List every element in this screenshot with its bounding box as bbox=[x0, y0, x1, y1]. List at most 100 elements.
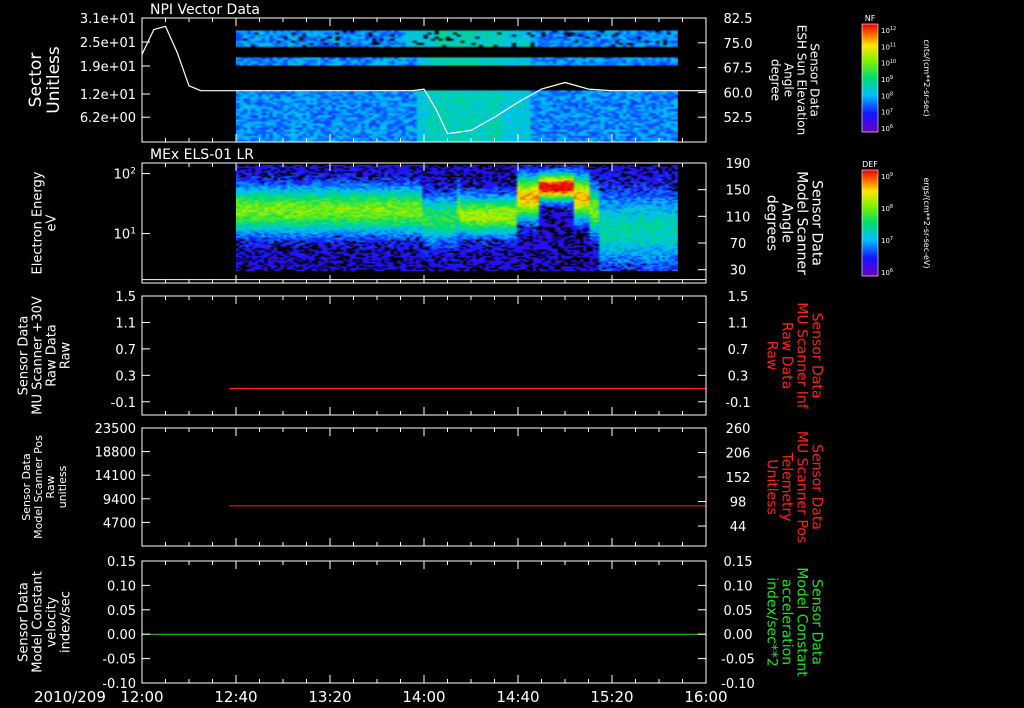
nf-colorbar-unit: cnts/(cm**2-sr-sec) bbox=[922, 39, 931, 116]
axis-label-line: Raw Data bbox=[779, 322, 795, 389]
sector-title: NPI Vector Data bbox=[150, 2, 260, 18]
velocity-right-tick-label: 0.00 bbox=[724, 628, 753, 643]
sector-left-tick-label: 3.1e+01 bbox=[80, 12, 136, 27]
scanner-raw-left-tick-label: -0.1 bbox=[111, 396, 136, 411]
sector-left-tick-label: 1.2e+01 bbox=[80, 88, 136, 103]
scanner-pos-left-tick-label: 23500 bbox=[95, 422, 136, 437]
velocity-left-tick-label: 0.00 bbox=[107, 628, 136, 643]
sector-right-tick-label: 75.0 bbox=[724, 37, 753, 52]
sector-right-tick-label: 67.5 bbox=[724, 62, 753, 77]
multi-panel-plot: 3.1e+01 2.5e+01 1.9e+01 1.2e+01 6.2e+00 82.5 7… bbox=[17, 2, 931, 706]
axis-label-line: Sensor Data bbox=[809, 180, 825, 266]
axis-label-line: index/sec bbox=[59, 591, 74, 653]
axis-label-line: MU Scanner Pos bbox=[794, 431, 810, 543]
svg-text:cnts/(cm**2-sr-sec): cnts/(cm**2-sr-sec) bbox=[922, 39, 931, 116]
velocity-right-tick-label: -0.05 bbox=[721, 653, 755, 668]
def-colorbar-label: 107 bbox=[881, 236, 893, 245]
scanner-raw-right-tick-label: 1.5 bbox=[728, 290, 749, 305]
axis-label-line: Unitless bbox=[44, 46, 64, 114]
electron-spectrogram bbox=[236, 165, 678, 271]
sector-right-tick-label: 82.5 bbox=[724, 12, 753, 27]
nf-colorbar bbox=[861, 23, 879, 133]
axis-label-line: Raw bbox=[764, 341, 780, 370]
scanner-pos-right-tick-label: 206 bbox=[726, 447, 751, 462]
velocity-right-tick-label: 0.15 bbox=[724, 555, 753, 570]
time-tick-label: 14:40 bbox=[496, 688, 539, 706]
scanner-raw-left-axis-label: Sensor Data MU Scanner +30V Raw Data Raw bbox=[17, 296, 74, 415]
velocity-right-tick-label: 0.05 bbox=[724, 604, 753, 619]
time-tick-label: 12:40 bbox=[214, 688, 257, 706]
axis-label-line: index/sec**2 bbox=[764, 577, 780, 667]
sector-right-tick-label: 52.5 bbox=[724, 111, 753, 126]
scanner-raw-left-tick-label: 0.7 bbox=[115, 343, 136, 358]
nf-colorbar-label: 106 bbox=[881, 124, 893, 133]
nf-colorbar-label: 1011 bbox=[881, 43, 896, 52]
sector-right-axis-label: Sensor DataESH Sun ElevationAngledegree bbox=[768, 25, 821, 135]
scanner-raw-frame bbox=[141, 295, 707, 416]
axis-label-line: Model Constant bbox=[31, 571, 46, 673]
axis-label-line: Model Scanner bbox=[794, 171, 810, 275]
scanner-raw-right-tick-label: 0.3 bbox=[728, 369, 749, 384]
axis-label-line: Sensor Data bbox=[17, 316, 32, 396]
nf-colorbar-label: 1010 bbox=[881, 59, 896, 68]
time-tick-label: 13:20 bbox=[308, 688, 351, 706]
axis-label-line: degrees bbox=[764, 195, 780, 251]
velocity-frame bbox=[141, 560, 707, 684]
sector-left-axis-label: SectorUnitless bbox=[26, 46, 64, 114]
scanner-raw-right-tick-label: 1.1 bbox=[728, 316, 749, 331]
axis-label-line: Sector bbox=[26, 53, 46, 108]
time-tick-label: 14:00 bbox=[402, 688, 445, 706]
axis-label-line: MU Scanner Inf bbox=[794, 302, 810, 410]
velocity-right-tick-label: 0.10 bbox=[724, 579, 753, 594]
def-colorbar-label: 109 bbox=[881, 172, 893, 181]
scanner-pos-right-tick-label: 44 bbox=[730, 520, 747, 535]
axis-label-line: Sensor Data bbox=[809, 579, 825, 665]
scanner-pos-right-tick-label: 98 bbox=[730, 496, 747, 511]
scanner-raw-right-tick-label: 0.7 bbox=[728, 343, 749, 358]
electron-right-tick-label: 150 bbox=[726, 184, 751, 199]
velocity-left-tick-label: -0.05 bbox=[102, 653, 136, 668]
axis-label-line: eV bbox=[45, 214, 60, 231]
axis-label-line: unitless bbox=[56, 465, 69, 508]
axis-label-line: Raw bbox=[59, 341, 74, 369]
svg-text:ergs/(cm**2-sr-sec-eV): ergs/(cm**2-sr-sec-eV) bbox=[922, 177, 931, 268]
axis-label-line: MU Scanner +30V bbox=[31, 296, 46, 415]
axis-label-line: Sensor Data bbox=[17, 582, 32, 662]
nf-colorbar-title: NF bbox=[865, 14, 876, 23]
scanner-raw-left-tick-label: 0.3 bbox=[115, 369, 136, 384]
scanner-pos-left-axis-label: Sensor Data Model Scanner Pos Raw unitless bbox=[20, 435, 69, 539]
scanner-pos-right-axis-label: Sensor DataMU Scanner PosTelemetryUnitle… bbox=[764, 431, 825, 543]
velocity-right-axis-label: Sensor DataModel Constantaccelerationind… bbox=[764, 567, 825, 677]
def-colorbar-label: 106 bbox=[881, 268, 893, 277]
axis-label-line: Unitless bbox=[764, 459, 780, 515]
electron-right-axis-label: Sensor DataModel ScannerAngledegrees bbox=[764, 171, 825, 275]
axis-label-line: Sensor Data bbox=[807, 43, 821, 117]
velocity-left-axis-label: Sensor Data Model Constant velocity index/s… bbox=[17, 571, 74, 673]
axis-label-line: Angle bbox=[781, 63, 795, 97]
electron-right-tick-label: 70 bbox=[730, 237, 747, 252]
scanner-pos-left-tick-label: 9400 bbox=[103, 493, 136, 508]
nf-colorbar-label: 107 bbox=[881, 108, 893, 117]
sector-spectrogram bbox=[236, 18, 678, 142]
axis-label-line: Sensor Data bbox=[809, 313, 825, 399]
axis-label-line: degree bbox=[768, 59, 782, 101]
scanner-pos-frame bbox=[141, 427, 707, 547]
scanner-pos-left-tick-label: 18800 bbox=[95, 446, 136, 461]
axis-label-line: Electron Energy bbox=[31, 171, 46, 274]
def-colorbar-label: 108 bbox=[881, 204, 893, 213]
def-colorbar-title: DEF bbox=[862, 160, 878, 169]
axis-label-line: Telemetry bbox=[779, 451, 795, 521]
nf-colorbar-label: 109 bbox=[881, 75, 893, 84]
axis-label-line: ESH Sun Elevation bbox=[794, 25, 808, 135]
nf-colorbar-label: 108 bbox=[881, 92, 893, 101]
nf-colorbar-label: 1012 bbox=[881, 26, 896, 35]
electron-right-tick-label: 190 bbox=[726, 157, 751, 172]
axis-label-line: acceleration bbox=[779, 579, 795, 665]
def-colorbar bbox=[861, 169, 879, 277]
sector-left-tick-label: 6.2e+00 bbox=[80, 111, 136, 126]
electron-left-tick-label: 102 bbox=[114, 166, 136, 182]
sector-right-tick-label: 60.0 bbox=[724, 86, 753, 101]
scanner-pos-left-tick-label: 14100 bbox=[95, 469, 136, 484]
sector-left-tick-label: 2.5e+01 bbox=[80, 36, 136, 51]
velocity-left-tick-label: 0.05 bbox=[107, 604, 136, 619]
